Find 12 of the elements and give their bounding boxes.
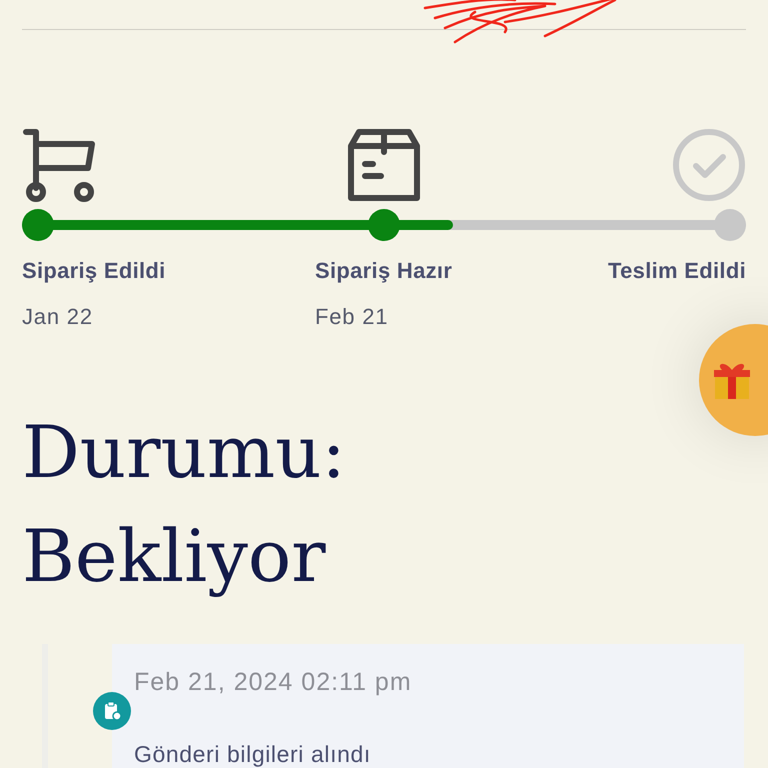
timeline-text: Gönderi bilgileri alındı xyxy=(134,741,372,768)
step-date: Feb 21 xyxy=(315,304,390,330)
box-icon xyxy=(347,128,421,202)
status-heading: Durumu: Bekliyor xyxy=(22,409,347,600)
cart-icon xyxy=(22,128,96,202)
step-label: Teslim Edildi xyxy=(608,258,746,284)
clipboard-icon xyxy=(93,692,131,730)
step-label: Sipariş Edildi xyxy=(22,258,167,284)
timeline-time: Feb 21, 2024 02:11 pm xyxy=(134,668,413,697)
step-date: Jan 22 xyxy=(22,304,94,330)
check-circle-icon xyxy=(672,128,746,202)
step-label: Sipariş Hazır xyxy=(315,258,454,284)
